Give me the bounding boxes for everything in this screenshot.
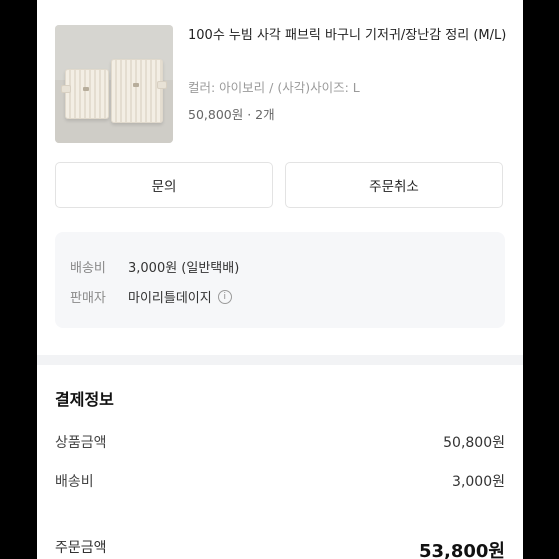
order-total-label: 주문금액 (55, 540, 107, 556)
order-detail-screen: 100수 누빔 사각 패브릭 바구니 기저귀/장난감 정리 (M/L) 컬러: … (37, 0, 523, 559)
shipping-amount-label: 배송비 (55, 474, 94, 490)
shipping-fee-value: 3,000원 (일반택배) (128, 261, 240, 276)
product-amount-value: 50,800원 (443, 435, 505, 451)
order-total-row: 주문금액 53,800원 (55, 537, 505, 559)
shipping-fee-label: 배송비 (70, 261, 106, 276)
seller-label: 판매자 (70, 291, 106, 306)
basket-image-small (65, 69, 109, 119)
seller-row: 판매자 마이리틀데이지 i (70, 287, 232, 306)
product-option: 컬러: 아이보리 / (사각)사이즈: L (188, 80, 360, 95)
cancel-order-button[interactable]: 주문취소 (285, 162, 503, 208)
shipping-amount-row: 배송비 3,000원 (55, 471, 505, 491)
basket-image-large (111, 59, 163, 123)
basket-tag (83, 87, 89, 91)
product-amount-row: 상품금액 50,800원 (55, 432, 505, 452)
order-total-value: 53,800원 (418, 541, 505, 559)
product-price-quantity: 50,800원 · 2개 (188, 107, 275, 122)
inquiry-button[interactable]: 문의 (55, 162, 273, 208)
product-amount-label: 상품금액 (55, 435, 107, 451)
info-circle-icon[interactable]: i (217, 289, 232, 304)
section-divider (37, 355, 523, 365)
payment-info-title: 결제정보 (55, 390, 114, 409)
basket-handle (61, 85, 71, 93)
seller-name[interactable]: 마이리틀데이지 (128, 287, 212, 306)
basket-handle (157, 81, 167, 89)
shipping-seller-info-box: 배송비 3,000원 (일반택배) 판매자 마이리틀데이지 i (55, 232, 505, 328)
product-title[interactable]: 100수 누빔 사각 패브릭 바구니 기저귀/장난감 정리 (M/L) (188, 24, 508, 47)
shipping-amount-value: 3,000원 (452, 474, 505, 490)
basket-tag (133, 83, 139, 87)
product-thumbnail[interactable] (55, 25, 173, 143)
shipping-fee-row: 배송비 3,000원 (일반택배) (70, 257, 239, 276)
